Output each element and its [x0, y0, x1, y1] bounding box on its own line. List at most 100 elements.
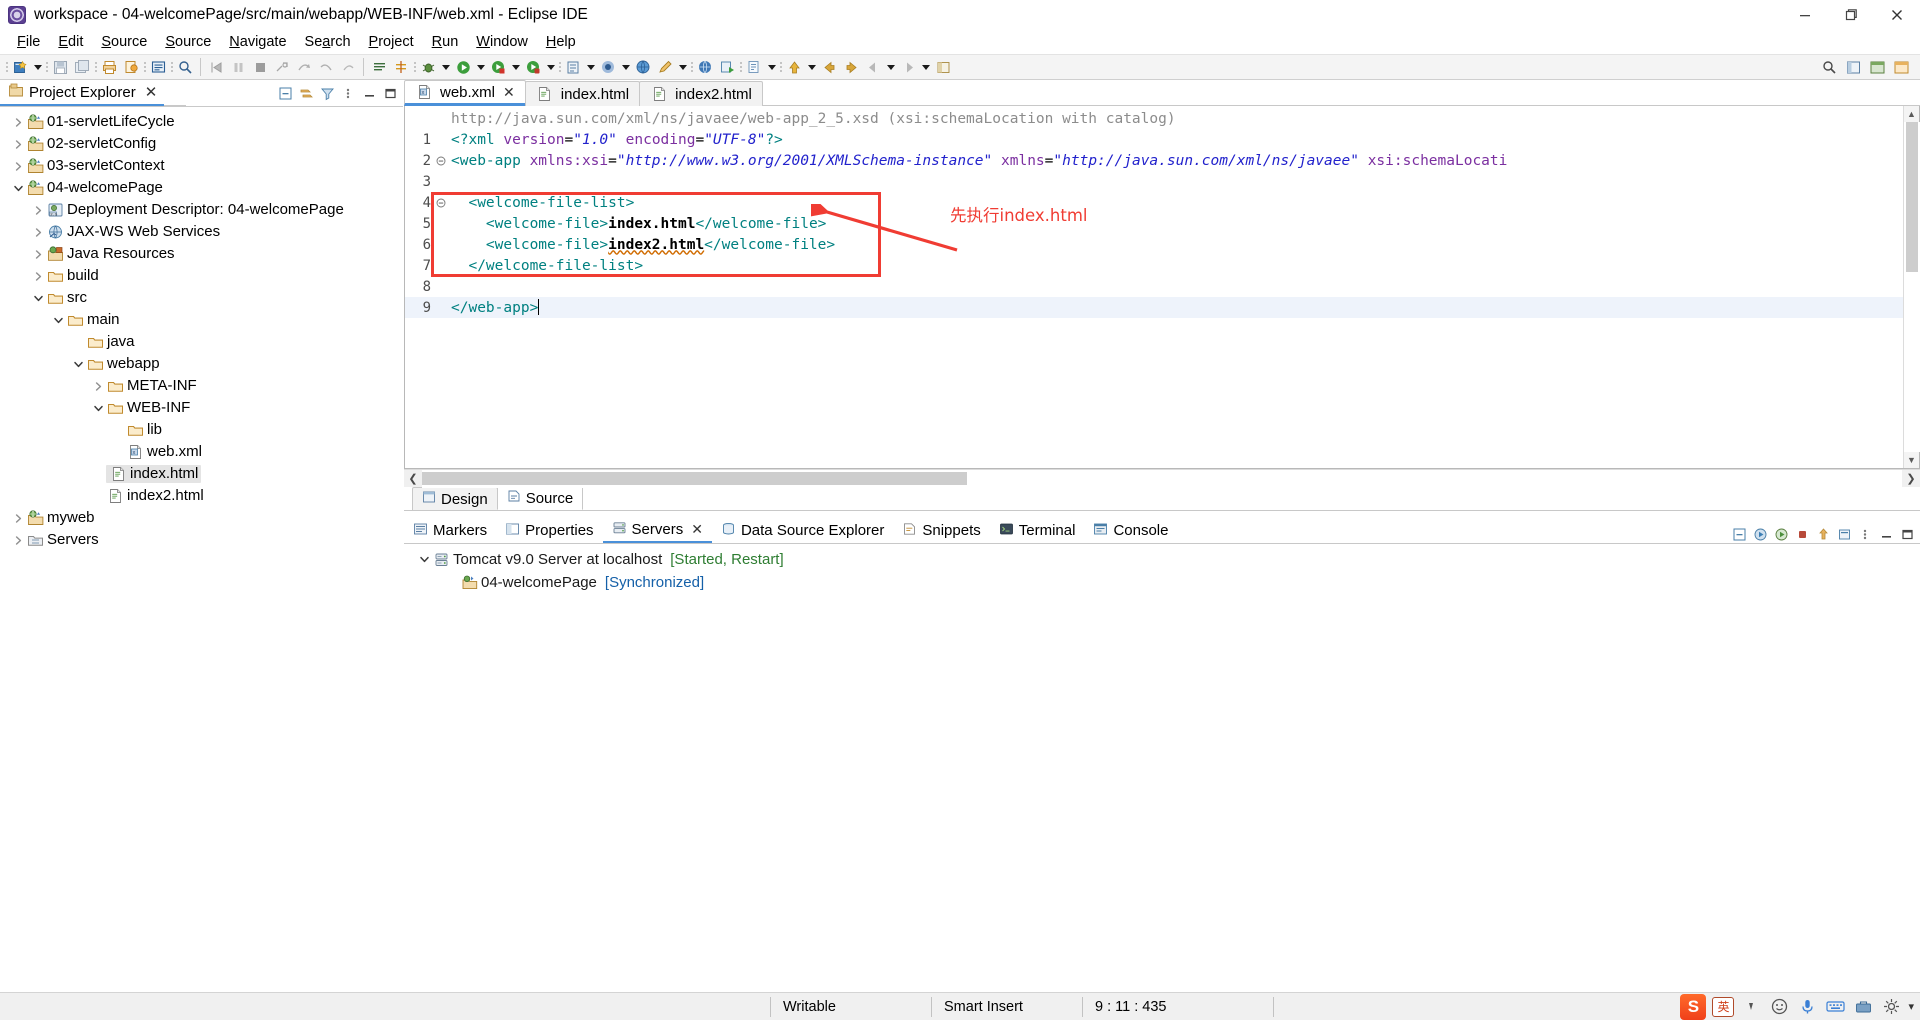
tree-item-java-resources[interactable]: Java Resources: [0, 243, 403, 265]
menu-source-1[interactable]: Source: [92, 32, 156, 52]
debug-server-icon[interactable]: [1772, 525, 1790, 543]
debug-icon[interactable]: [417, 56, 439, 78]
chevron-down-icon[interactable]: [30, 290, 46, 306]
bottom-tab-terminal[interactable]: Terminal: [990, 518, 1085, 543]
code-line[interactable]: 1 <?xml version="1.0" encoding="UTF-8"?>: [405, 129, 1903, 150]
chevron-right-icon[interactable]: [90, 378, 106, 394]
run-icon[interactable]: [452, 56, 474, 78]
validate-icon[interactable]: [743, 56, 765, 78]
minimize-view-icon[interactable]: [360, 84, 378, 102]
chevron-down-icon[interactable]: [416, 552, 432, 568]
tree-item-01-servletlifecycle[interactable]: 01-servletLifeCycle: [0, 111, 403, 133]
chevron-down-icon[interactable]: [50, 312, 66, 328]
bottom-tab-snippets[interactable]: Snippets: [893, 518, 989, 543]
open-type-dropdown-icon[interactable]: [619, 56, 632, 78]
xml-editor[interactable]: http://java.sun.com/xml/ns/javaee/web-ap…: [404, 106, 1920, 469]
menu-navigate[interactable]: Navigate: [220, 32, 295, 52]
tree-item-meta-inf[interactable]: META-INF: [0, 375, 403, 397]
validate-dropdown-icon[interactable]: [765, 56, 778, 78]
tree-item-lib[interactable]: lib: [0, 419, 403, 441]
coverage-dropdown-icon[interactable]: [584, 56, 597, 78]
maximize-view-icon[interactable]: [381, 84, 399, 102]
chevron-right-icon[interactable]: [10, 532, 26, 548]
server-row[interactable]: Tomcat v9.0 Server at localhost [Started,…: [404, 548, 1920, 571]
menu-file[interactable]: File: [8, 32, 49, 52]
web-perspective-icon[interactable]: [1890, 56, 1912, 78]
tree-item-src[interactable]: src: [0, 287, 403, 309]
search-icon[interactable]: [1818, 56, 1840, 78]
settings-icon[interactable]: [1880, 996, 1902, 1018]
editor-tab-index-html[interactable]: index.html: [524, 81, 641, 106]
resume-icon[interactable]: [337, 56, 359, 78]
chevron-right-icon[interactable]: [30, 268, 46, 284]
step-return-icon[interactable]: [315, 56, 337, 78]
server-row[interactable]: 04-welcomePage [Synchronized]: [404, 571, 1920, 594]
view-menu-icon[interactable]: [1856, 525, 1874, 543]
tree-item-web-inf[interactable]: WEB-INF: [0, 397, 403, 419]
bottom-tab-servers[interactable]: Servers ✕: [602, 518, 712, 543]
editor-vertical-scrollbar[interactable]: ▲ ▼: [1903, 106, 1920, 468]
run-server-dropdown-icon[interactable]: [544, 56, 557, 78]
chevron-down-icon[interactable]: [70, 356, 86, 372]
close-icon[interactable]: ✕: [503, 84, 515, 101]
tab-source[interactable]: Source: [496, 486, 584, 510]
run-dropdown-icon[interactable]: [474, 56, 487, 78]
maximize-button[interactable]: [1828, 0, 1874, 30]
tree-item-java[interactable]: java: [0, 331, 403, 353]
new-editor-icon[interactable]: [147, 56, 169, 78]
code-line[interactable]: 4 <welcome-file-list>: [405, 192, 1903, 213]
chevron-down-icon[interactable]: [90, 400, 106, 416]
next-annotation-icon[interactable]: [897, 56, 919, 78]
up-arrow-dropdown-icon[interactable]: [805, 56, 818, 78]
code-line[interactable]: 2 <web-app xmlns:xsi="http://www.w3.org/2…: [405, 150, 1903, 171]
collapse-all-icon[interactable]: [1730, 525, 1748, 543]
code-line[interactable]: 5 <welcome-file>index.html</welcome-file…: [405, 213, 1903, 234]
open-perspective-icon[interactable]: [932, 56, 954, 78]
minimize-button[interactable]: [1782, 0, 1828, 30]
close-icon[interactable]: ✕: [145, 83, 158, 101]
perspective-switcher-icon[interactable]: [1842, 56, 1864, 78]
toolbox-icon[interactable]: [1852, 996, 1874, 1018]
code-line[interactable]: 6 <welcome-file>index2.html</welcome-fil…: [405, 234, 1903, 255]
menu-edit[interactable]: Edit: [49, 32, 92, 52]
bottom-tab-console[interactable]: Console: [1084, 518, 1177, 543]
comma-icon[interactable]: [1740, 996, 1762, 1018]
fold-collapse-icon[interactable]: [435, 198, 447, 208]
bottom-tab-properties[interactable]: Properties: [496, 518, 602, 543]
link-with-editor-icon[interactable]: [297, 84, 315, 102]
code-line[interactable]: 8: [405, 276, 1903, 297]
save-all-icon[interactable]: [71, 56, 93, 78]
close-button[interactable]: [1874, 0, 1920, 30]
previous-annotation-icon[interactable]: [862, 56, 884, 78]
run-server-icon[interactable]: [522, 56, 544, 78]
keyboard-icon[interactable]: [1824, 996, 1846, 1018]
bottom-tab-data-source-explorer[interactable]: Data Source Explorer: [712, 518, 893, 543]
view-menu-icon[interactable]: [339, 84, 357, 102]
debug-dropdown-icon[interactable]: [439, 56, 452, 78]
quick-access-icon[interactable]: [174, 56, 196, 78]
chevron-right-icon[interactable]: [30, 246, 46, 262]
toggle-breakpoint-icon[interactable]: [368, 56, 390, 78]
minimize-view-icon[interactable]: [1877, 525, 1895, 543]
tree-item-04-welcomepage[interactable]: 04-welcomePage: [0, 177, 403, 199]
menu-source-2[interactable]: Source: [156, 32, 220, 52]
terminate-icon[interactable]: [249, 56, 271, 78]
coverage-icon[interactable]: [562, 56, 584, 78]
chevron-right-icon[interactable]: [30, 224, 46, 240]
up-arrow-icon[interactable]: [783, 56, 805, 78]
view-filter-icon[interactable]: [318, 84, 336, 102]
bottom-tab-markers[interactable]: Markers: [404, 518, 496, 543]
tree-item-index-html[interactable]: index.html: [0, 463, 403, 485]
editor-tab-index2-html[interactable]: index2.html: [639, 81, 763, 106]
menu-window[interactable]: Window: [467, 32, 537, 52]
pause-icon[interactable]: [227, 56, 249, 78]
vscroll-thumb[interactable]: [1905, 122, 1918, 272]
tree-item-myweb[interactable]: myweb: [0, 507, 403, 529]
tree-item-webapp[interactable]: webapp: [0, 353, 403, 375]
previous-annotation-dropdown-icon[interactable]: [884, 56, 897, 78]
fold-collapse-icon[interactable]: [435, 156, 447, 166]
back-icon[interactable]: [818, 56, 840, 78]
servers-tree[interactable]: Tomcat v9.0 Server at localhost [Started,…: [404, 543, 1920, 992]
new-server-icon[interactable]: [1835, 525, 1853, 543]
disconnect-icon[interactable]: [271, 56, 293, 78]
